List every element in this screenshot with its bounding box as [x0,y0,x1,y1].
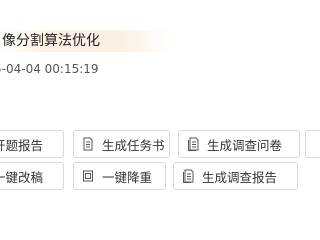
timestamp: 5-04-04 00:15:19 [0,62,99,76]
document-icon [182,169,194,183]
reduce-icon [82,169,94,183]
document-icon [82,137,94,151]
one-click-revise-label: 一键改稿 [0,169,44,185]
generate-survey-report-label: 生成调查报告 [202,169,278,185]
opening-report-button[interactable]: 开题报告 [0,130,64,158]
document-icon [187,137,199,151]
task-card: 像分割算法优化 5-04-04 00:15:19 开题报告 生成任务书 生成调查… [0,0,320,240]
generate-task-book-button[interactable]: 生成任务书 [73,130,170,158]
opening-report-label: 开题报告 [0,137,44,153]
one-click-reduce-button[interactable]: 一键降重 [73,162,166,190]
page-title: 像分割算法优化 [0,30,172,52]
generate-task-book-label: 生成任务书 [102,137,165,153]
one-click-reduce-label: 一键降重 [102,169,153,185]
more-action-button[interactable] [305,130,320,158]
generate-survey-report-button[interactable]: 生成调查报告 [173,162,298,190]
generate-questionnaire-button[interactable]: 生成调查问卷 [178,130,300,158]
generate-questionnaire-label: 生成调查问卷 [207,137,283,153]
one-click-revise-button[interactable]: 一键改稿 [0,162,64,190]
